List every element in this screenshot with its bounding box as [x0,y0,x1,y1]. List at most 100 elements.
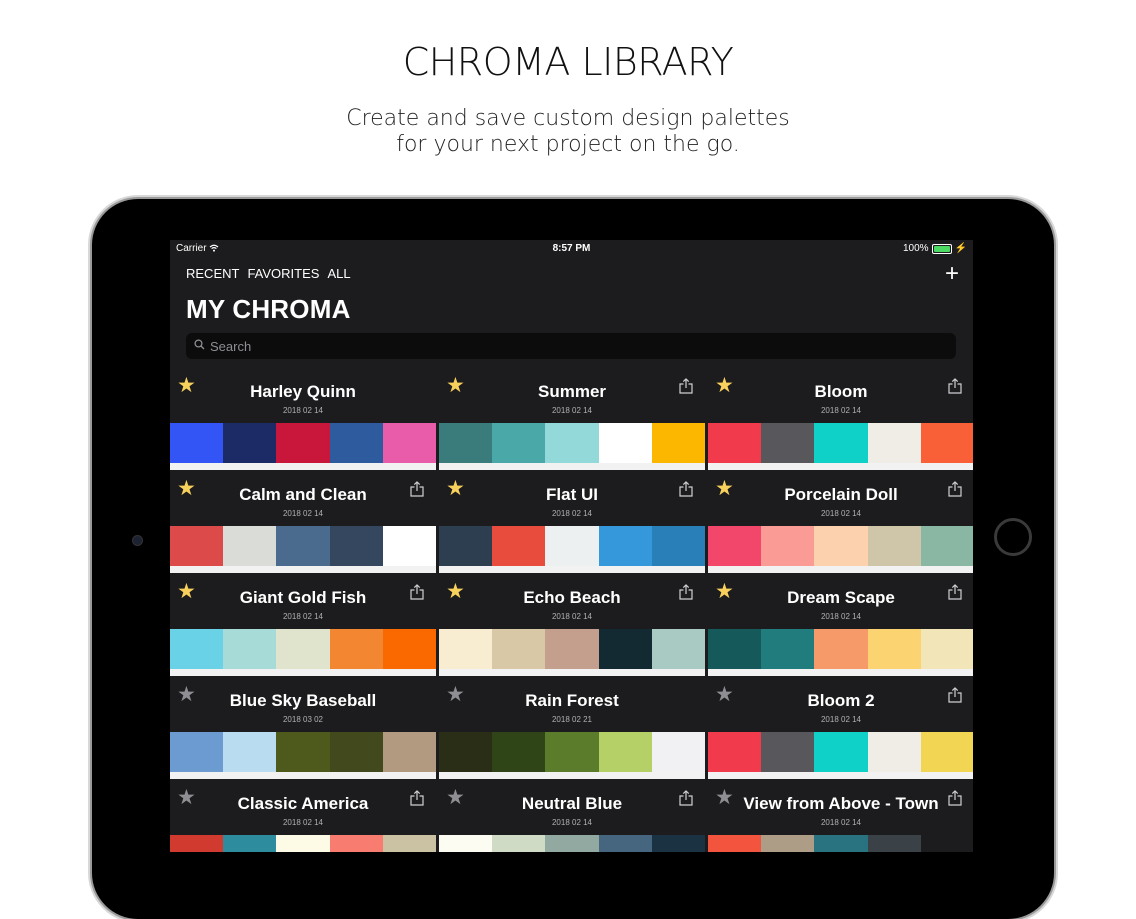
color-swatch[interactable] [545,835,599,852]
color-swatch[interactable] [761,423,815,463]
color-swatch[interactable] [170,835,224,852]
swatch-strip[interactable] [439,629,706,669]
palette-card[interactable]: ★ Harley Quinn 2018 02 14 [170,370,437,470]
color-swatch[interactable] [920,835,973,852]
color-swatch[interactable] [814,835,868,852]
color-swatch[interactable] [814,629,868,669]
color-swatch[interactable] [598,423,652,463]
swatch-strip[interactable] [170,629,437,669]
color-swatch[interactable] [223,423,277,463]
color-swatch[interactable] [598,526,652,566]
color-swatch[interactable] [492,732,546,772]
color-swatch[interactable] [329,732,383,772]
color-swatch[interactable] [329,423,383,463]
color-swatch[interactable] [920,732,973,772]
color-swatch[interactable] [329,629,383,669]
palette-card[interactable]: ★ Calm and Clean 2018 02 14 [170,473,437,573]
color-swatch[interactable] [276,835,330,852]
tab-recent[interactable]: RECENT [186,266,239,281]
color-swatch[interactable] [329,526,383,566]
color-swatch[interactable] [276,423,330,463]
color-swatch[interactable] [223,629,277,669]
color-swatch[interactable] [170,732,224,772]
color-swatch[interactable] [382,526,437,566]
color-swatch[interactable] [223,526,277,566]
color-swatch[interactable] [223,732,277,772]
palette-card[interactable]: ★ Dream Scape 2018 02 14 [708,576,973,676]
tab-favorites[interactable]: FAVORITES [247,266,319,281]
color-swatch[interactable] [439,835,493,852]
color-swatch[interactable] [170,629,224,669]
color-swatch[interactable] [814,423,868,463]
color-swatch[interactable] [276,629,330,669]
color-swatch[interactable] [708,732,762,772]
color-swatch[interactable] [382,732,437,772]
color-swatch[interactable] [867,629,921,669]
color-swatch[interactable] [920,423,973,463]
color-swatch[interactable] [382,423,437,463]
palette-card[interactable]: ★ Bloom 2 2018 02 14 [708,679,973,779]
swatch-strip[interactable] [170,526,437,566]
search-input[interactable]: Search [186,333,956,359]
color-swatch[interactable] [276,526,330,566]
color-swatch[interactable] [492,629,546,669]
color-swatch[interactable] [867,835,921,852]
color-swatch[interactable] [439,629,493,669]
color-swatch[interactable] [761,835,815,852]
color-swatch[interactable] [761,732,815,772]
plus-icon[interactable]: + [945,260,959,288]
color-swatch[interactable] [439,526,493,566]
palette-card[interactable]: ★ Neutral Blue 2018 02 14 [439,782,706,852]
palette-card[interactable]: ★ Blue Sky Baseball 2018 03 02 [170,679,437,779]
color-swatch[interactable] [439,732,493,772]
color-swatch[interactable] [651,835,706,852]
color-swatch[interactable] [920,629,973,669]
swatch-strip[interactable] [708,423,973,463]
color-swatch[interactable] [920,526,973,566]
swatch-strip[interactable] [708,629,973,669]
palette-card[interactable]: ★ Summer 2018 02 14 [439,370,706,470]
color-swatch[interactable] [867,423,921,463]
palette-card[interactable]: ★ View from Above - Town 2018 02 14 [708,782,973,852]
color-swatch[interactable] [276,732,330,772]
color-swatch[interactable] [598,629,652,669]
palette-card[interactable]: ★ Bloom 2018 02 14 [708,370,973,470]
color-swatch[interactable] [545,423,599,463]
color-swatch[interactable] [708,629,762,669]
color-swatch[interactable] [651,526,706,566]
palette-card[interactable]: ★ Porcelain Doll 2018 02 14 [708,473,973,573]
color-swatch[interactable] [598,835,652,852]
swatch-strip[interactable] [170,835,437,852]
color-swatch[interactable] [814,526,868,566]
palette-card[interactable]: ★ Giant Gold Fish 2018 02 14 [170,576,437,676]
home-button[interactable] [994,518,1032,556]
palette-card[interactable]: ★ Flat UI 2018 02 14 [439,473,706,573]
color-swatch[interactable] [170,423,224,463]
palette-card[interactable]: ★ Classic America 2018 02 14 [170,782,437,852]
color-swatch[interactable] [545,629,599,669]
palette-card[interactable]: ★ Echo Beach 2018 02 14 [439,576,706,676]
color-swatch[interactable] [382,835,437,852]
swatch-strip[interactable] [439,732,706,772]
color-swatch[interactable] [439,423,493,463]
color-swatch[interactable] [708,423,762,463]
color-swatch[interactable] [708,835,762,852]
tab-all[interactable]: ALL [327,266,350,281]
color-swatch[interactable] [761,526,815,566]
color-swatch[interactable] [223,835,277,852]
swatch-strip[interactable] [439,526,706,566]
color-swatch[interactable] [761,629,815,669]
color-swatch[interactable] [867,732,921,772]
color-swatch[interactable] [598,732,652,772]
color-swatch[interactable] [492,423,546,463]
swatch-strip[interactable] [170,423,437,463]
color-swatch[interactable] [651,732,706,772]
swatch-strip[interactable] [439,835,706,852]
color-swatch[interactable] [814,732,868,772]
palette-card[interactable]: ★ Rain Forest 2018 02 21 [439,679,706,779]
color-swatch[interactable] [651,423,706,463]
color-swatch[interactable] [867,526,921,566]
color-swatch[interactable] [545,526,599,566]
color-swatch[interactable] [170,526,224,566]
swatch-strip[interactable] [439,423,706,463]
